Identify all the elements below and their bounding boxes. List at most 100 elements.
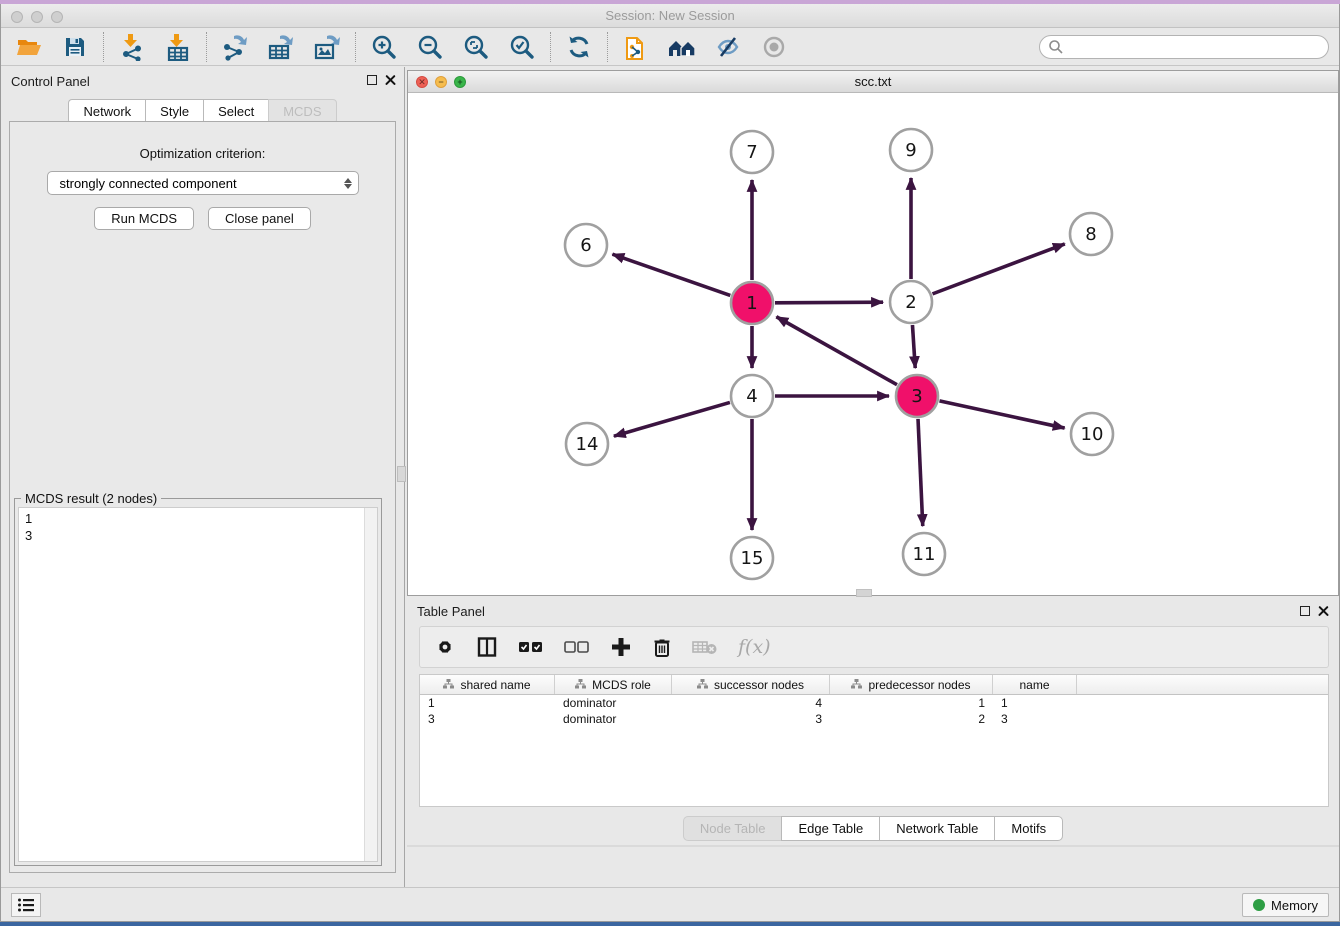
show-column-pane-button[interactable] — [476, 636, 498, 658]
hierarchy-icon — [851, 678, 862, 692]
network-window-titlebar[interactable]: ✕ − + scc.txt — [408, 71, 1338, 93]
tab-edge-table[interactable]: Edge Table — [781, 816, 879, 841]
graph-node-label: 14 — [576, 434, 599, 455]
close-table-panel-icon[interactable] — [1318, 605, 1329, 616]
memory-status-icon — [1253, 899, 1265, 911]
column-pane-icon — [476, 636, 498, 658]
table-row[interactable]: 1dominator411 — [420, 695, 1328, 711]
run-mcds-button[interactable]: Run MCDS — [94, 207, 194, 230]
deselect-all-button[interactable] — [564, 640, 590, 654]
graph-node-label: 9 — [905, 140, 916, 161]
zoom-in-button[interactable] — [368, 32, 400, 62]
column-header-predecessor-nodes[interactable]: predecessor nodes — [830, 675, 993, 694]
main-toolbar — [1, 28, 1339, 66]
memory-label: Memory — [1271, 898, 1318, 913]
table-tabs-strip — [407, 845, 1339, 847]
graph-edge-2-8[interactable] — [933, 244, 1065, 294]
trash-icon — [652, 636, 672, 658]
select-all-button[interactable] — [518, 640, 544, 654]
hierarchy-icon — [575, 678, 586, 692]
delete-table-button[interactable] — [692, 638, 718, 656]
tab-network-table[interactable]: Network Table — [879, 816, 994, 841]
table-panel-title: Table Panel — [417, 604, 485, 619]
hide-panels-button[interactable] — [712, 32, 744, 62]
column-header-MCDS-role[interactable]: MCDS role — [555, 675, 672, 694]
control-panel-title: Control Panel — [11, 74, 90, 89]
home-icon — [667, 35, 697, 59]
mcds-panel-body: Optimization criterion: strongly connect… — [9, 121, 396, 873]
float-panel-icon[interactable] — [367, 75, 377, 85]
graph-edge-1-2[interactable] — [775, 302, 883, 303]
refresh-button[interactable] — [563, 32, 595, 62]
column-header-shared-name[interactable]: shared name — [420, 675, 555, 694]
result-scrollbar[interactable] — [364, 508, 377, 861]
column-header-label: predecessor nodes — [868, 678, 970, 692]
network-view-window: ✕ − + scc.txt 7968124314101511 — [407, 70, 1339, 596]
optimization-criterion-value: strongly connected component — [60, 176, 344, 191]
zoom-fit-button[interactable] — [460, 32, 492, 62]
window-title: Session: New Session — [1, 8, 1339, 23]
mcds-result-textarea[interactable]: 13 — [18, 507, 378, 862]
mcds-result-line: 1 — [25, 510, 377, 527]
vertical-splitter-handle[interactable] — [397, 466, 406, 482]
home-button[interactable] — [666, 32, 698, 62]
export-image-button[interactable] — [311, 32, 343, 62]
memory-button[interactable]: Memory — [1242, 893, 1329, 917]
add-column-button[interactable] — [610, 636, 632, 658]
graph-edge-3-10[interactable] — [939, 401, 1064, 428]
close-panel-icon[interactable] — [385, 74, 396, 85]
hierarchy-icon — [443, 678, 454, 692]
show-panels-icon — [761, 35, 787, 59]
table-settings-button[interactable] — [434, 636, 456, 658]
show-panels-button[interactable] — [758, 32, 790, 62]
tab-motifs[interactable]: Motifs — [994, 816, 1063, 841]
graph-edge-1-6[interactable] — [612, 254, 730, 295]
table-header-row: shared name MCDS role successor nodes prede… — [420, 675, 1328, 695]
task-history-button[interactable] — [11, 893, 41, 917]
search-input[interactable] — [1064, 40, 1320, 54]
save-session-button[interactable] — [59, 32, 91, 62]
hierarchy-icon — [697, 678, 708, 692]
status-bar: Memory — [1, 887, 1339, 921]
import-table-button[interactable] — [162, 32, 194, 62]
function-builder-button[interactable]: f(x) — [738, 636, 771, 658]
column-header-name[interactable]: name — [993, 675, 1077, 694]
zoom-out-button[interactable] — [414, 32, 446, 62]
select-all-icon — [518, 640, 544, 654]
mcds-result-line: 3 — [25, 527, 377, 544]
tab-node-table[interactable]: Node Table — [683, 816, 782, 841]
table-tabs: Node TableEdge TableNetwork TableMotifs — [407, 816, 1339, 841]
delete-column-button[interactable] — [652, 636, 672, 658]
graph-node-label: 10 — [1081, 424, 1104, 445]
delete-table-icon — [692, 638, 718, 656]
graph-edge-4-14[interactable] — [614, 402, 730, 436]
save-session-icon — [63, 35, 87, 59]
duplicate-network-button[interactable] — [620, 32, 652, 62]
column-header-successor-nodes[interactable]: successor nodes — [672, 675, 830, 694]
node-table: shared name MCDS role successor nodes prede… — [419, 674, 1329, 807]
table-body: 1dominator4113dominator323 — [420, 695, 1328, 727]
network-canvas[interactable]: 7968124314101511 — [408, 94, 1338, 595]
close-panel-button[interactable]: Close panel — [208, 207, 311, 230]
table-panel: Table Panel — [407, 598, 1339, 887]
graph-edge-2-3[interactable] — [912, 325, 915, 368]
zoom-selected-button[interactable] — [506, 32, 538, 62]
import-network-button[interactable] — [116, 32, 148, 62]
graph-node-label: 6 — [580, 235, 591, 256]
open-file-button[interactable] — [13, 32, 45, 62]
table-cell: 1 — [993, 695, 1077, 711]
duplicate-network-icon — [623, 33, 649, 61]
graph-edge-3-1[interactable] — [776, 317, 897, 385]
graph-node-label: 8 — [1085, 224, 1096, 245]
optimization-criterion-select[interactable]: strongly connected component — [47, 171, 359, 195]
graph-node-label: 1 — [746, 293, 757, 314]
export-table-button[interactable] — [265, 32, 297, 62]
table-row[interactable]: 3dominator323 — [420, 711, 1328, 727]
float-table-panel-icon[interactable] — [1300, 606, 1310, 616]
graph-edge-3-11[interactable] — [918, 419, 923, 526]
export-network-button[interactable] — [219, 32, 251, 62]
column-header-label: MCDS role — [592, 678, 651, 692]
horizontal-splitter-handle[interactable] — [856, 589, 872, 597]
search-field[interactable] — [1039, 35, 1329, 59]
table-cell: 3 — [993, 711, 1077, 727]
